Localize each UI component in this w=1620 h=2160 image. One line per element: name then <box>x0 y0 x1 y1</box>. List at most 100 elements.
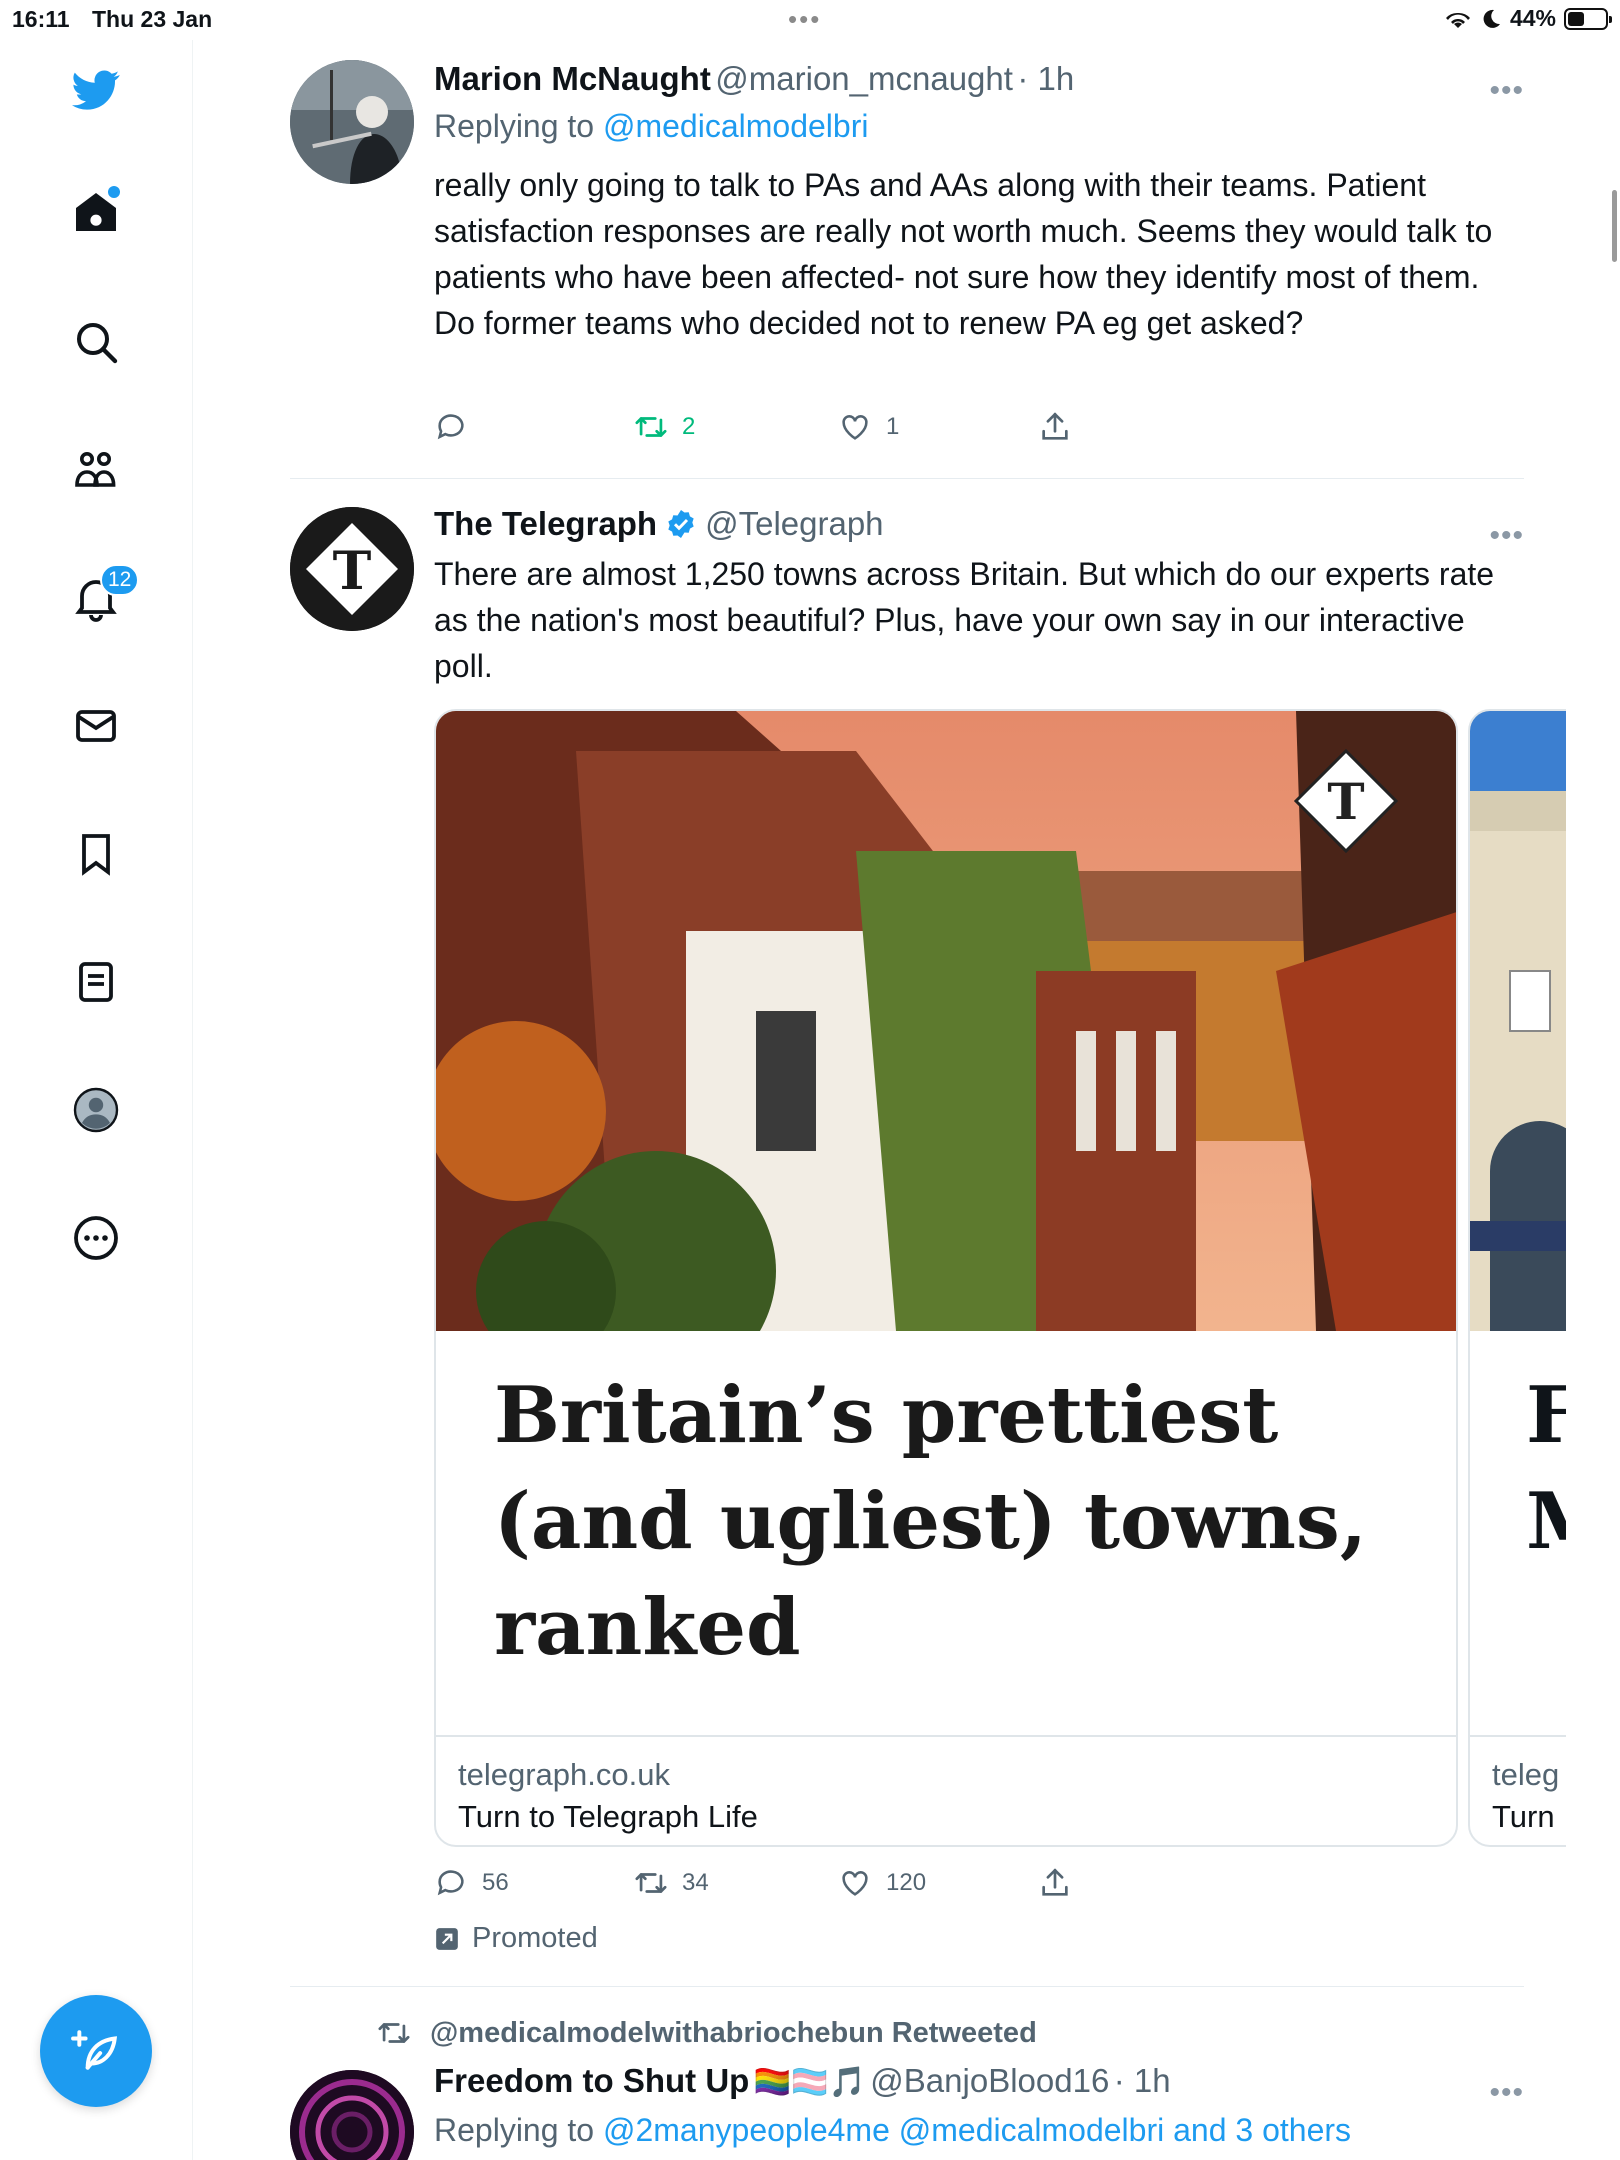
promoted-label: Promoted <box>434 1922 598 1955</box>
wifi-icon <box>1445 12 1470 28</box>
reply-button[interactable] <box>434 410 482 444</box>
promoted-text: Promoted <box>472 1922 598 1954</box>
share-icon <box>1042 412 1068 440</box>
sidebar: 12 <box>0 40 193 2160</box>
notifications-icon[interactable]: 12 <box>66 564 140 628</box>
retweeted-by-text: @medicalmodelwithabriochebun Retweeted <box>430 2016 1037 2049</box>
home-icon[interactable] <box>66 182 126 242</box>
replying-to-link[interactable]: @2manypeople4me @medicalmodelbri and 3 o… <box>603 2112 1351 2148</box>
communities-icon[interactable] <box>66 440 126 500</box>
replying-prefix: Replying to <box>434 2112 595 2148</box>
author-name-emoji: 🏳️‍🌈🏳️‍⚧️🎵 <box>753 2066 866 2099</box>
battery-icon <box>1564 7 1612 30</box>
reply-button[interactable]: 56 <box>434 1866 509 1900</box>
retweet-icon <box>635 417 667 437</box>
svg-text:T: T <box>333 541 372 602</box>
replying-prefix: Replying to <box>434 108 595 144</box>
retweet-indicator-icon <box>378 2023 410 2043</box>
tweet-more-icon[interactable]: ••• <box>1489 2076 1524 2110</box>
telegraph-avatar[interactable]: T <box>290 507 414 631</box>
tweet-more-icon[interactable]: ••• <box>1489 74 1524 108</box>
avatar-image <box>290 2070 414 2160</box>
share-button[interactable] <box>1038 1866 1072 1900</box>
promoted-icon <box>436 1927 458 1950</box>
compose-tweet-button[interactable] <box>40 1995 152 2107</box>
next-card-subtitle: Turn <box>1492 1799 1555 1834</box>
next-link-card[interactable]: F M teleg Turn <box>1468 709 1566 1847</box>
heart-icon <box>842 1871 868 1896</box>
card-image: T <box>436 711 1456 1331</box>
like-button[interactable]: 1 <box>838 410 899 444</box>
author-handle[interactable]: @BanjoBlood16 <box>870 2062 1109 2099</box>
heart-icon <box>842 415 868 440</box>
card-footer: telegraph.co.uk Turn to Telegraph Life <box>436 1735 1456 1845</box>
svg-text:T: T <box>1327 772 1364 831</box>
retweet-count: 2 <box>682 413 696 440</box>
status-date: Thu 23 Jan <box>92 6 213 32</box>
next-card-domain: teleg <box>1492 1757 1560 1792</box>
tweet-header: Freedom to Shut Up 🏳️‍🌈🏳️‍⚧️🎵 @BanjoBloo… <box>434 2062 1171 2100</box>
author-handle[interactable]: @Telegraph <box>705 505 883 543</box>
status-time: 16:11 <box>12 6 70 32</box>
multitasking-dots[interactable]: ••• <box>788 4 821 35</box>
next-card-footer: teleg Turn <box>1470 1735 1566 1845</box>
author-handle[interactable]: @marion_mcnaught <box>715 60 1013 97</box>
like-count: 1 <box>886 413 900 440</box>
tweet-time[interactable]: · 1h <box>1114 2062 1171 2099</box>
moon-icon <box>1483 9 1500 28</box>
replying-to-link[interactable]: @medicalmodelbri <box>603 108 868 144</box>
author-name[interactable]: The Telegraph <box>434 505 657 543</box>
tweet-more-icon[interactable]: ••• <box>1489 519 1524 553</box>
tweet-actions: 2 1 <box>434 410 1134 450</box>
card-subtitle: Turn to Telegraph Life <box>458 1799 758 1834</box>
author-name[interactable]: Marion McNaught <box>434 60 711 97</box>
like-count: 120 <box>886 1869 927 1896</box>
retweet-icon <box>635 1873 667 1893</box>
replying-to: Replying to @medicalmodelbri <box>434 108 868 145</box>
status-right: 44% <box>1444 5 1612 32</box>
next-card-headline-partial: F M <box>1526 1363 1566 1575</box>
lists-icon[interactable] <box>66 952 126 1012</box>
tweet-time[interactable]: · 1h <box>1017 60 1074 97</box>
tweet-actions: 56 34 120 <box>434 1866 1134 1906</box>
replying-to: Replying to @2manypeople4me @medicalmode… <box>434 2112 1351 2149</box>
author-name[interactable]: Freedom to Shut Up <box>434 2062 749 2099</box>
reply-count: 56 <box>482 1869 509 1896</box>
tweet-header: Marion McNaught @marion_mcnaught · 1h <box>434 60 1074 98</box>
more-options-icon[interactable] <box>66 1208 126 1268</box>
avatar[interactable] <box>290 60 414 184</box>
share-button[interactable] <box>1038 410 1072 444</box>
bookmarks-icon[interactable] <box>66 824 126 884</box>
reply-icon <box>437 1870 464 1896</box>
timeline: Marion McNaught @marion_mcnaught · 1h ••… <box>0 0 1566 2160</box>
avatar[interactable] <box>290 2070 414 2160</box>
tweet-text: There are almost 1,250 towns across Brit… <box>434 556 1495 684</box>
compose-feather-icon <box>71 2030 118 2070</box>
twitter-logo-icon[interactable] <box>66 60 126 120</box>
like-button[interactable]: 120 <box>838 1866 926 1900</box>
divider <box>290 478 1524 479</box>
tweet-header: The Telegraph @Telegraph <box>434 505 884 543</box>
messages-icon[interactable] <box>66 696 126 756</box>
search-icon[interactable] <box>66 312 126 372</box>
share-icon <box>1042 1868 1068 1896</box>
retweeted-by[interactable]: @medicalmodelwithabriochebun Retweeted <box>374 2016 1037 2050</box>
divider <box>290 1986 1524 1987</box>
retweet-count: 34 <box>682 1869 709 1896</box>
link-card[interactable]: T Britain’s prettiest (and ugliest) town… <box>434 709 1458 1847</box>
retweet-button[interactable]: 34 <box>634 1866 709 1900</box>
next-card-image <box>1470 711 1566 1331</box>
card-domain: telegraph.co.uk <box>458 1757 670 1792</box>
home-unread-dot <box>108 186 120 198</box>
reply-icon <box>437 414 464 440</box>
telegraph-logo: T <box>290 507 414 631</box>
profile-avatar-icon[interactable] <box>66 1080 126 1140</box>
avatar-image <box>290 60 414 184</box>
scrollbar[interactable] <box>1612 190 1617 262</box>
retweet-button[interactable]: 2 <box>634 410 695 444</box>
verified-badge-icon <box>668 510 694 538</box>
notifications-badge: 12 <box>100 564 140 596</box>
tweet-text: really only going to talk to PAs and AAs… <box>434 167 1493 341</box>
status-bar: 16:11 Thu 23 Jan ••• 44% <box>0 0 1620 40</box>
battery-percent: 44% <box>1509 5 1556 31</box>
